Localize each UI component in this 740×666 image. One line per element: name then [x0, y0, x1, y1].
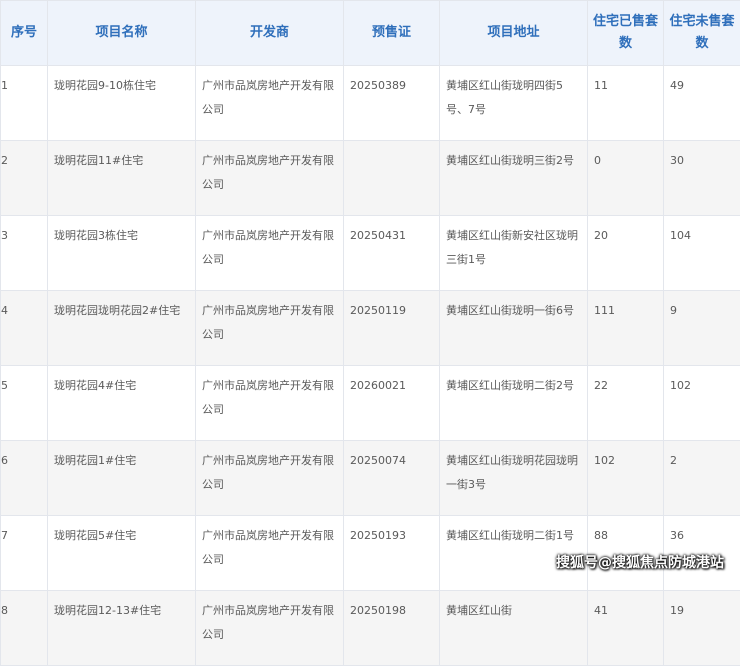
cell-developer: 广州市品岚房地产开发有限公司: [196, 216, 344, 291]
cell-presale-permit: 20250119: [344, 291, 440, 366]
cell-project-address: 黄埔区红山街珑明二街2号: [440, 366, 588, 441]
cell-presale-permit: 20250193: [344, 516, 440, 591]
cell-project-name: 珑明花园1#住宅: [48, 441, 196, 516]
header-units-sold: 住宅已售套数: [588, 1, 664, 66]
cell-index: 4: [1, 291, 48, 366]
cell-units-unsold: 49: [664, 66, 740, 141]
cell-developer: 广州市品岚房地产开发有限公司: [196, 66, 344, 141]
cell-developer: 广州市品岚房地产开发有限公司: [196, 141, 344, 216]
cell-units-unsold: 30: [664, 141, 740, 216]
cell-units-sold: 20: [588, 216, 664, 291]
header-project-name: 项目名称: [48, 1, 196, 66]
cell-project-address: 黄埔区红山街新安社区珑明三街1号: [440, 216, 588, 291]
table-row: 1 珑明花园9-10栋住宅 广州市品岚房地产开发有限公司 20250389 黄埔…: [1, 66, 740, 141]
cell-index: 1: [1, 66, 48, 141]
cell-index: 6: [1, 441, 48, 516]
header-developer: 开发商: [196, 1, 344, 66]
cell-units-unsold: 2: [664, 441, 740, 516]
cell-presale-permit: 20250074: [344, 441, 440, 516]
cell-units-sold: 22: [588, 366, 664, 441]
header-project-address: 项目地址: [440, 1, 588, 66]
header-presale-permit: 预售证: [344, 1, 440, 66]
table-row: 4 珑明花园珑明花园2#住宅 广州市品岚房地产开发有限公司 20250119 黄…: [1, 291, 740, 366]
cell-project-address: 黄埔区红山街珑明花园珑明一街3号: [440, 441, 588, 516]
cell-presale-permit: 20250431: [344, 216, 440, 291]
cell-presale-permit: 20250198: [344, 591, 440, 666]
cell-project-address: 黄埔区红山街: [440, 591, 588, 666]
cell-index: 8: [1, 591, 48, 666]
header-units-unsold: 住宅未售套数: [664, 1, 740, 66]
cell-units-sold: 41: [588, 591, 664, 666]
cell-units-sold: 11: [588, 66, 664, 141]
cell-project-address: 黄埔区红山街珑明一街6号: [440, 291, 588, 366]
cell-project-name: 珑明花园5#住宅: [48, 516, 196, 591]
cell-presale-permit: 20260021: [344, 366, 440, 441]
cell-presale-permit: [344, 141, 440, 216]
cell-developer: 广州市品岚房地产开发有限公司: [196, 591, 344, 666]
cell-developer: 广州市品岚房地产开发有限公司: [196, 516, 344, 591]
cell-units-unsold: 102: [664, 366, 740, 441]
cell-presale-permit: 20250389: [344, 66, 440, 141]
cell-index: 5: [1, 366, 48, 441]
table-row: 3 珑明花园3栋住宅 广州市品岚房地产开发有限公司 20250431 黄埔区红山…: [1, 216, 740, 291]
cell-project-name: 珑明花园珑明花园2#住宅: [48, 291, 196, 366]
table-row: 2 珑明花园11#住宅 广州市品岚房地产开发有限公司 黄埔区红山街珑明三街2号 …: [1, 141, 740, 216]
cell-index: 7: [1, 516, 48, 591]
cell-units-sold: 111: [588, 291, 664, 366]
cell-developer: 广州市品岚房地产开发有限公司: [196, 441, 344, 516]
cell-project-address: 黄埔区红山街珑明三街2号: [440, 141, 588, 216]
cell-project-name: 珑明花园3栋住宅: [48, 216, 196, 291]
cell-index: 3: [1, 216, 48, 291]
table-row: 5 珑明花园4#住宅 广州市品岚房地产开发有限公司 20260021 黄埔区红山…: [1, 366, 740, 441]
cell-project-address: 黄埔区红山街珑明四街5号、7号: [440, 66, 588, 141]
cell-project-name: 珑明花园9-10栋住宅: [48, 66, 196, 141]
cell-units-unsold: 19: [664, 591, 740, 666]
cell-units-unsold: 104: [664, 216, 740, 291]
cell-developer: 广州市品岚房地产开发有限公司: [196, 291, 344, 366]
header-index: 序号: [1, 1, 48, 66]
cell-index: 2: [1, 141, 48, 216]
table-row: 8 珑明花园12-13#住宅 广州市品岚房地产开发有限公司 20250198 黄…: [1, 591, 740, 666]
cell-project-name: 珑明花园4#住宅: [48, 366, 196, 441]
table-header-row: 序号 项目名称 开发商 预售证 项目地址 住宅已售套数 住宅未售套数: [1, 1, 740, 66]
cell-units-sold: 0: [588, 141, 664, 216]
table-row: 6 珑明花园1#住宅 广州市品岚房地产开发有限公司 20250074 黄埔区红山…: [1, 441, 740, 516]
cell-project-name: 珑明花园11#住宅: [48, 141, 196, 216]
cell-project-name: 珑明花园12-13#住宅: [48, 591, 196, 666]
cell-units-sold: 102: [588, 441, 664, 516]
cell-developer: 广州市品岚房地产开发有限公司: [196, 366, 344, 441]
cell-units-unsold: 9: [664, 291, 740, 366]
watermark: 搜狐号@搜狐焦点防城港站: [556, 552, 724, 572]
